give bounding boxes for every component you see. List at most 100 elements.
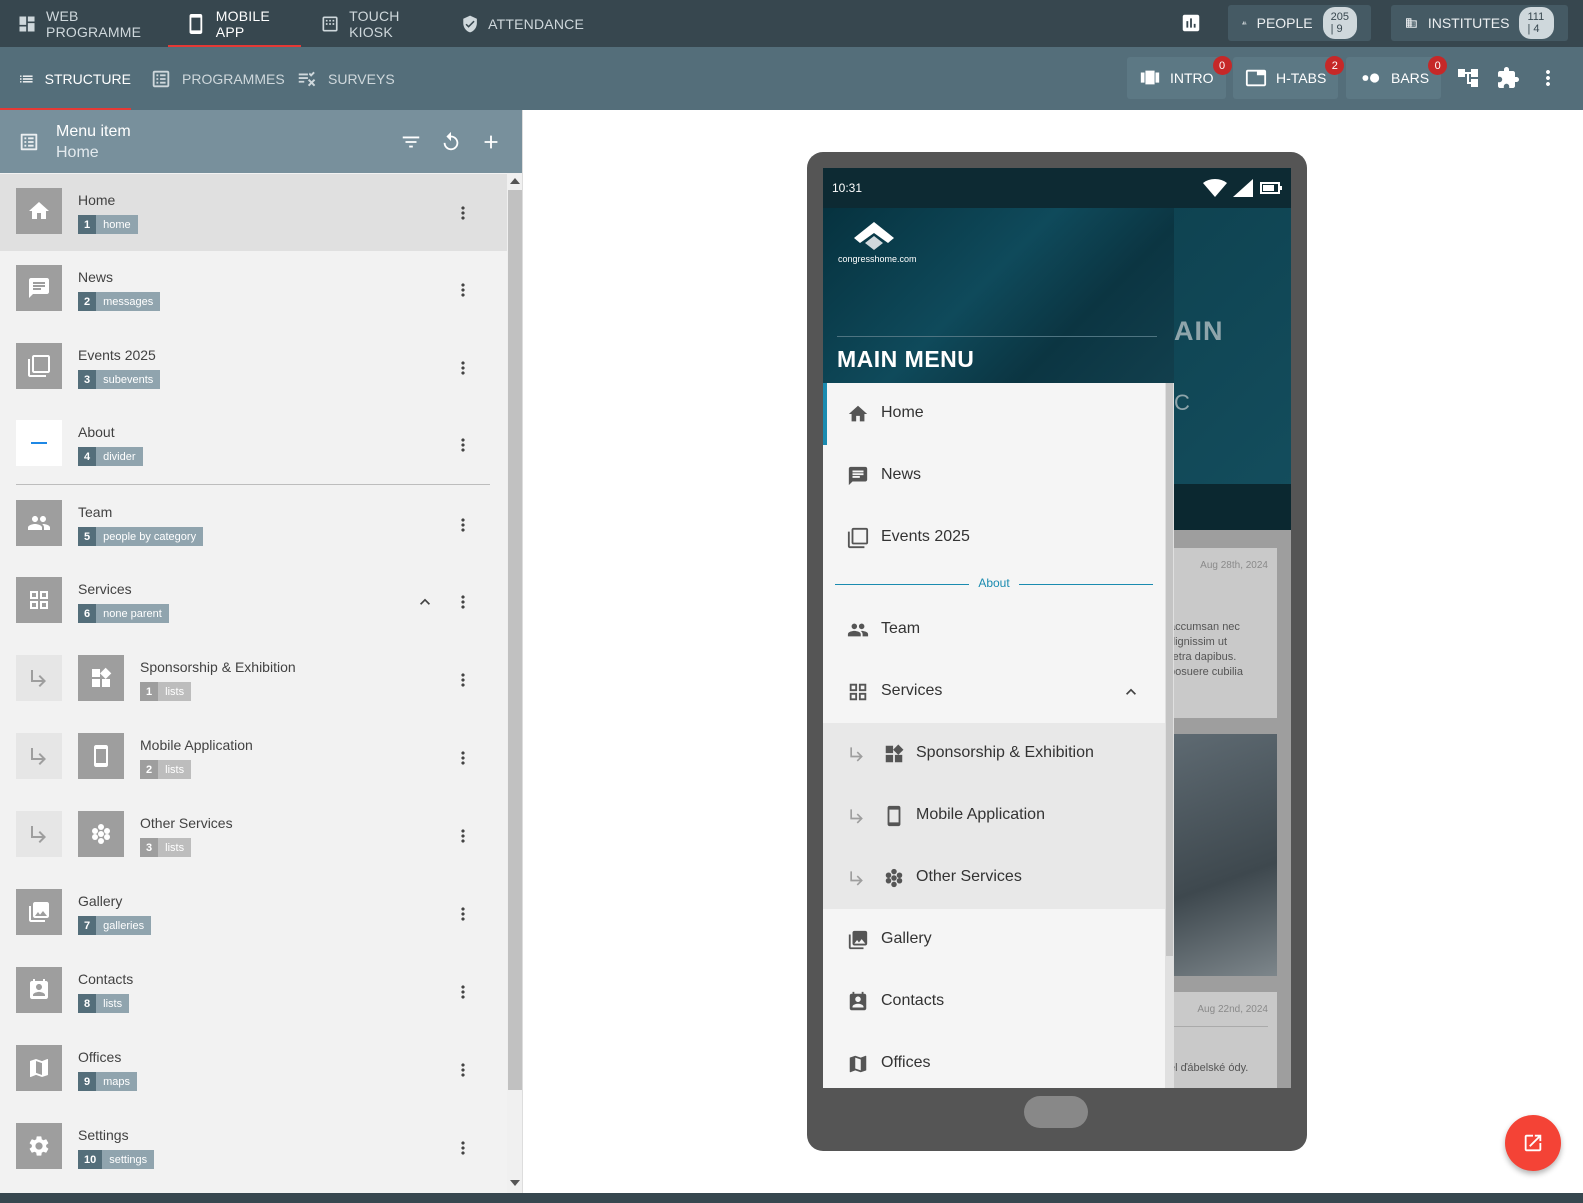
refresh-button[interactable]: [440, 131, 462, 153]
subdirectory-arrow-icon: [850, 871, 863, 886]
tab-attendance[interactable]: ATTENDANCE: [444, 0, 584, 47]
menu-structure-panel: Menu item Home Home 1 home News 2 messages: [0, 110, 523, 1193]
scroll-down-icon[interactable]: [510, 1179, 520, 1187]
extensions-button[interactable]: [1496, 66, 1520, 90]
tab-structure[interactable]: STRUCTURE: [0, 47, 131, 110]
item-menu-button[interactable]: [453, 904, 473, 924]
phone-status-bar: 10:31: [823, 168, 1291, 208]
institutes-button[interactable]: INSTITUTES 111 | 4: [1391, 5, 1568, 41]
hive-icon: [885, 868, 903, 888]
map-icon: [849, 1055, 867, 1073]
list-item-settings[interactable]: Settings 10 settings: [0, 1109, 507, 1186]
item-menu-button[interactable]: [453, 826, 473, 846]
drawer-item-home[interactable]: Home: [823, 383, 1165, 445]
item-menu-button[interactable]: [453, 1138, 473, 1158]
stats-button[interactable]: [1180, 12, 1202, 34]
more-vert-icon: [461, 283, 465, 297]
news-excerpt: accumsan nec dignissim ut retra dapibus.…: [1169, 621, 1243, 678]
list-item-news[interactable]: News 2 messages: [0, 251, 507, 328]
item-label: Home: [78, 192, 116, 208]
open-preview-button[interactable]: [1505, 1115, 1561, 1171]
item-menu-button[interactable]: [453, 515, 473, 535]
list-item-about[interactable]: About 4 divider: [0, 406, 507, 483]
item-label: Services: [78, 581, 132, 597]
drawer-item-contacts[interactable]: Contacts: [823, 971, 1165, 1033]
item-menu-button[interactable]: [453, 358, 473, 378]
map-icon: [16, 1045, 62, 1091]
bar-chart-icon: [1182, 14, 1200, 32]
bars-button[interactable]: BARS 0: [1346, 56, 1448, 99]
list-item-gallery[interactable]: Gallery 7 galleries: [0, 875, 507, 952]
item-menu-button[interactable]: [453, 592, 473, 612]
people-button[interactable]: PEOPLE 205 | 9: [1228, 5, 1371, 41]
scrollbar-thumb[interactable]: [508, 190, 522, 1090]
list-item-team[interactable]: Team 5 people by category: [0, 486, 507, 563]
list-item-mobile-application[interactable]: Mobile Application 2 lists: [0, 719, 507, 796]
kiosk-icon: [322, 15, 338, 32]
list-item-home[interactable]: Home 1 home: [0, 174, 507, 251]
collapse-button[interactable]: [415, 592, 435, 612]
tab-surveys[interactable]: SURVEYS: [296, 47, 395, 110]
drawer-item-offices[interactable]: Offices: [823, 1033, 1165, 1088]
drawer-item-mobile-application[interactable]: Mobile Application: [823, 785, 1165, 847]
h-tabs-button[interactable]: H-TABS 2: [1233, 56, 1345, 99]
item-type-tag: 9 maps: [78, 1072, 138, 1091]
tab-touch-kiosk[interactable]: TOUCH KIOSK: [303, 0, 439, 47]
drawer-item-events[interactable]: Events 2025: [823, 507, 1165, 569]
add-item-button[interactable]: [480, 131, 502, 153]
list-item-events[interactable]: Events 2025 3 subevents: [0, 329, 507, 406]
list-item-sponsorship[interactable]: Sponsorship & Exhibition 1 lists: [0, 641, 507, 718]
tab-label: WEB PROGRAMME: [46, 7, 142, 40]
tab-mobile-app[interactable]: MOBILE APP: [168, 0, 301, 47]
phone-home-button[interactable]: [1024, 1096, 1088, 1128]
item-menu-button[interactable]: [453, 982, 473, 1002]
more-vert-icon: [461, 361, 465, 375]
bars-badge: 0: [1428, 56, 1448, 75]
phone-screen: 10:31 AIN C Aug 28th, 2024 accumsan nec …: [823, 168, 1291, 1088]
message-icon: [848, 466, 868, 486]
intro-button[interactable]: INTRO 0: [1127, 56, 1232, 99]
item-menu-button[interactable]: [453, 435, 473, 455]
item-menu-button[interactable]: [453, 280, 473, 300]
news-image: [1163, 734, 1277, 976]
item-type-tag: 3 subevents: [78, 370, 161, 389]
item-type-tag: 4 divider: [78, 447, 143, 466]
item-menu-button[interactable]: [453, 1060, 473, 1080]
divider-line-right: [1019, 584, 1153, 585]
panel-subtitle: Home: [56, 144, 99, 161]
drawer-item-other-services[interactable]: Other Services: [823, 847, 1165, 909]
filter-button[interactable]: [400, 131, 422, 153]
list-item-offices[interactable]: Offices 9 maps: [0, 1031, 507, 1108]
drawer-item-team[interactable]: Team: [823, 599, 1165, 661]
item-type-tag: 8 lists: [78, 994, 130, 1013]
item-menu-button[interactable]: [453, 748, 473, 768]
item-menu-button[interactable]: [453, 670, 473, 690]
chevron-up-icon[interactable]: [1121, 682, 1141, 702]
drawer-item-gallery[interactable]: Gallery: [823, 909, 1165, 971]
photo-library-icon: [848, 930, 868, 950]
news-date-2: Aug 22nd, 2024: [1197, 1004, 1268, 1015]
tree-structure-button[interactable]: [1456, 66, 1480, 90]
bottom-status-strip: [0, 1193, 1583, 1203]
tab-programmes[interactable]: PROGRAMMES: [150, 47, 285, 110]
subdirectory-arrow-icon: [16, 811, 62, 857]
drawer-item-news[interactable]: News: [823, 445, 1165, 507]
more-menu-button[interactable]: [1536, 66, 1560, 90]
drawer-item-services[interactable]: Services: [823, 661, 1165, 723]
institutes-label: INSTITUTES: [1427, 15, 1510, 31]
drawer-item-sponsorship[interactable]: Sponsorship & Exhibition: [823, 723, 1165, 785]
drawer-scroll-thumb[interactable]: [1166, 383, 1173, 956]
subdirectory-arrow-icon: [16, 733, 62, 779]
list-item-services[interactable]: Services 6 none parent: [0, 563, 507, 640]
list-item-contacts[interactable]: Contacts 8 lists: [0, 953, 507, 1030]
drawer-scrollbar[interactable]: [1165, 383, 1174, 1088]
people-icon: [847, 623, 869, 637]
bg-hero-letter: C: [1174, 390, 1190, 415]
scroll-up-icon[interactable]: [510, 177, 520, 185]
people-icon: [1242, 21, 1247, 25]
item-menu-button[interactable]: [453, 203, 473, 223]
message-icon: [16, 265, 62, 311]
tab-web-programme[interactable]: WEB PROGRAMME: [0, 0, 166, 47]
more-vert-icon: [461, 438, 465, 452]
list-item-other-services[interactable]: Other Services 3 lists: [0, 797, 507, 874]
